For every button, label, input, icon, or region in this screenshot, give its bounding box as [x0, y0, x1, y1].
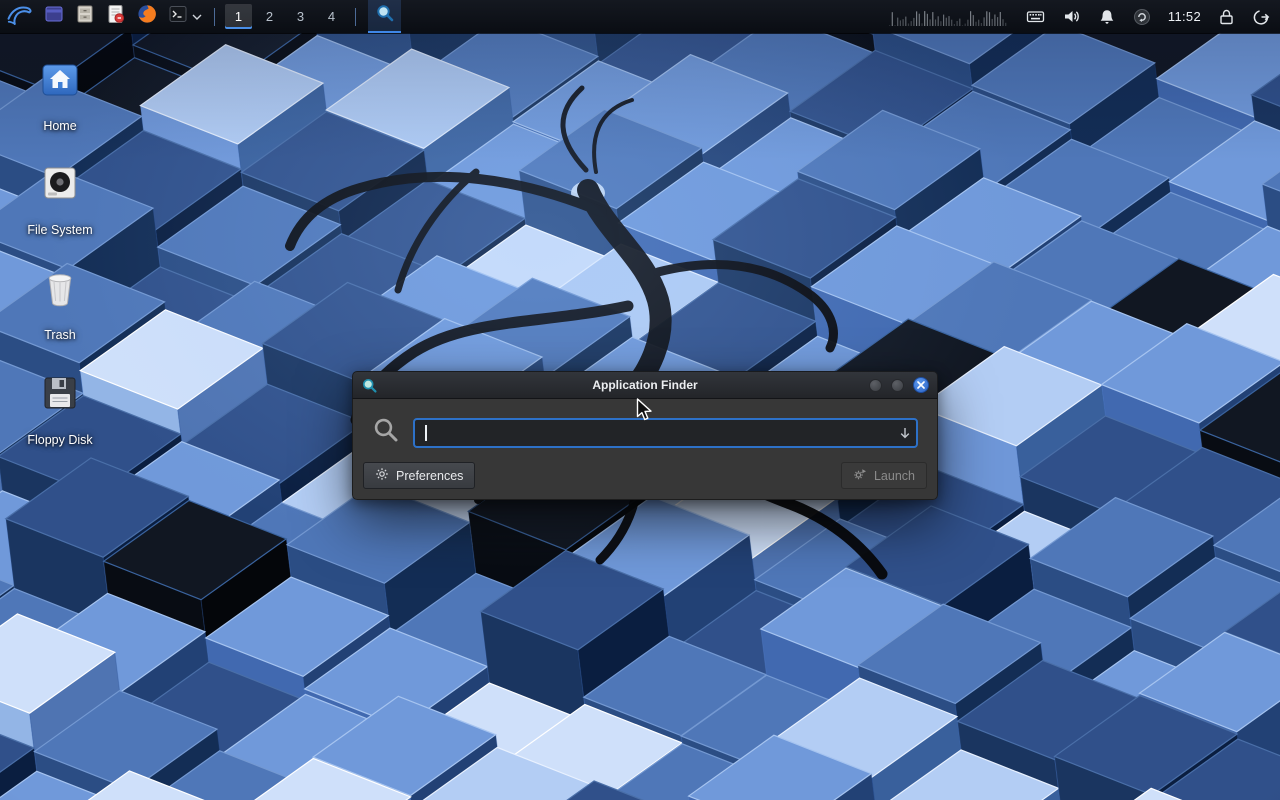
- maximize-button[interactable]: [891, 379, 904, 392]
- dropdown-arrow-icon[interactable]: [898, 426, 912, 440]
- terminal-icon: [167, 3, 189, 30]
- search-input[interactable]: [413, 418, 918, 448]
- logout-icon[interactable]: [1252, 8, 1270, 26]
- gear-icon: [375, 467, 389, 484]
- desktop-icon-label: File System: [27, 223, 92, 237]
- status-circle-icon[interactable]: [1133, 8, 1151, 26]
- firefox-launcher[interactable]: [131, 0, 162, 33]
- window-body: Preferences Launch: [352, 399, 938, 500]
- window-manager-launcher[interactable]: [38, 0, 69, 33]
- taskbar-application-finder-button[interactable]: [368, 0, 401, 33]
- preferences-button[interactable]: Preferences: [363, 462, 475, 489]
- screen-lock-icon[interactable]: [1218, 8, 1235, 26]
- workspace-button-3[interactable]: 3: [287, 4, 314, 29]
- desktop-icon-floppy-disk[interactable]: Floppy Disk: [8, 371, 112, 447]
- workspace-button-1[interactable]: 1: [225, 4, 252, 29]
- kali-menu-icon: [6, 1, 33, 33]
- filesystem-drive-icon: [38, 161, 82, 210]
- minimize-button[interactable]: [869, 379, 882, 392]
- applications-menu-button[interactable]: [0, 0, 38, 33]
- volume-icon[interactable]: [1062, 7, 1081, 26]
- panel-separator: [214, 8, 215, 26]
- window-title: Application Finder: [353, 378, 937, 392]
- window-manager-icon: [43, 3, 65, 30]
- terminal-launcher[interactable]: [162, 0, 206, 33]
- top-panel: 1 2 3 4: [0, 0, 1280, 33]
- file-manager-icon: [74, 3, 96, 30]
- text-editor-icon: [105, 3, 127, 30]
- system-load-graph: [889, 7, 1009, 27]
- launch-label: Launch: [874, 469, 915, 483]
- home-folder-icon: [38, 57, 82, 106]
- application-finder-icon: [361, 377, 378, 394]
- notifications-bell-icon[interactable]: [1098, 8, 1116, 26]
- keyboard-icon[interactable]: [1026, 7, 1045, 26]
- application-finder-window: Application Finder: [352, 371, 938, 500]
- desktop-icon-trash[interactable]: Trash: [8, 266, 112, 342]
- desktop-icon-label: Trash: [44, 328, 76, 342]
- preferences-label: Preferences: [396, 469, 463, 483]
- close-button[interactable]: [913, 377, 929, 393]
- firefox-icon: [136, 3, 158, 30]
- panel-separator: [355, 8, 356, 26]
- desktop-icon-label: Floppy Disk: [27, 433, 92, 447]
- launch-button[interactable]: Launch: [841, 462, 927, 489]
- titlebar[interactable]: Application Finder: [352, 371, 938, 399]
- application-finder-icon: [375, 3, 395, 28]
- panel-clock[interactable]: 11:52: [1168, 9, 1201, 24]
- text-editor-launcher[interactable]: [100, 0, 131, 33]
- search-icon: [372, 416, 400, 449]
- workspace-button-2[interactable]: 2: [256, 4, 283, 29]
- desktop-icon-label: Home: [43, 119, 76, 133]
- text-caret: [425, 425, 427, 441]
- workspace-button-4[interactable]: 4: [318, 4, 345, 29]
- run-icon: [853, 467, 867, 484]
- trash-icon: [38, 266, 82, 315]
- file-manager-launcher[interactable]: [69, 0, 100, 33]
- desktop-icon-home[interactable]: Home: [8, 57, 112, 133]
- desktop-icon-file-system[interactable]: File System: [8, 161, 112, 237]
- floppy-disk-icon: [38, 371, 82, 420]
- chevron-down-icon[interactable]: [192, 8, 202, 26]
